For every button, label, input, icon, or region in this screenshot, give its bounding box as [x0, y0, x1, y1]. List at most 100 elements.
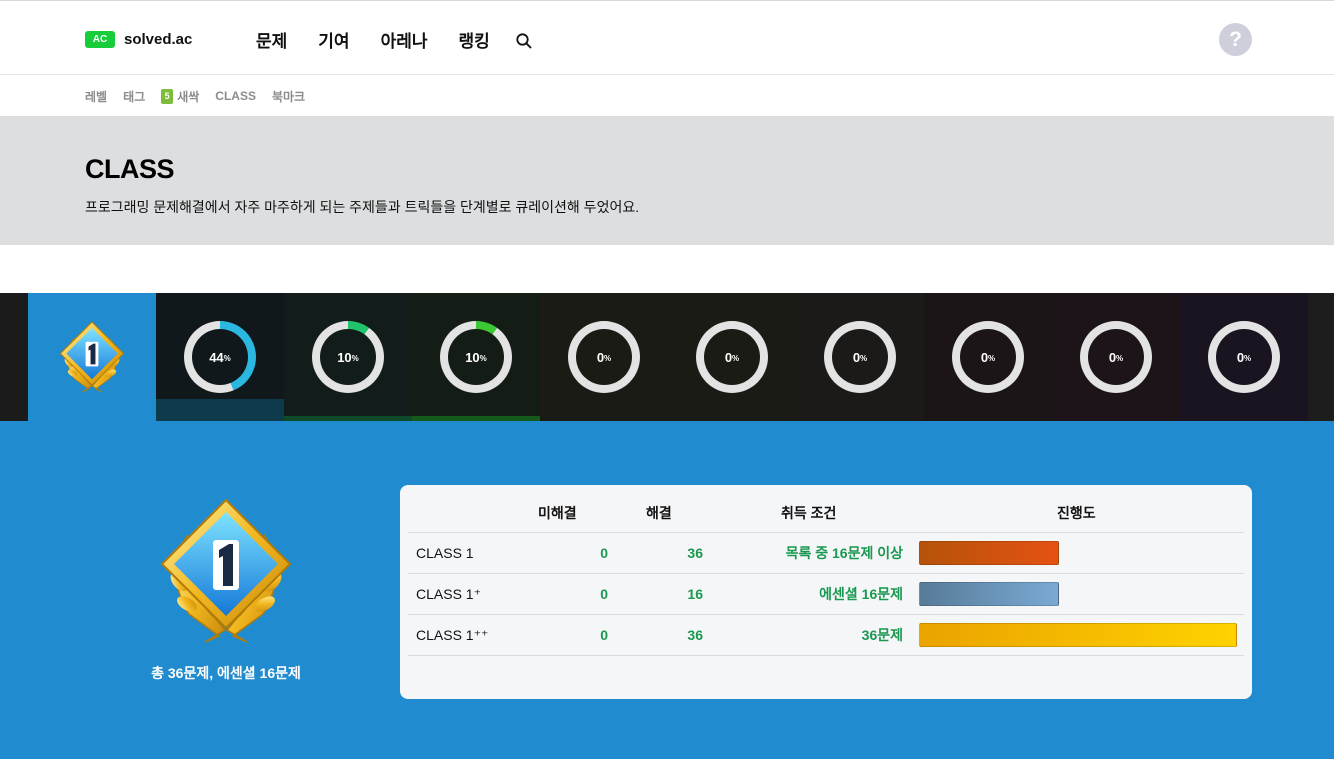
subnav-item-sprout[interactable]: 5 새싹 — [161, 88, 199, 105]
progress-percent: 0% — [704, 329, 760, 385]
table-row[interactable]: CLASS 1⁺ 0 16 에센셜 16문제 — [408, 574, 1244, 615]
percent-value: 0 — [852, 349, 861, 365]
progress-cell — [903, 541, 1244, 565]
subnav-item-bookmark[interactable]: 북마크 — [272, 88, 305, 105]
percent-unit: % — [479, 354, 487, 363]
subnav-label: 레벨 — [85, 89, 108, 104]
solved-count: 36 — [687, 627, 703, 643]
class-selector: 44% 10% 10% 0% 0% 0% 0% 0% 0% — [0, 293, 1334, 421]
tile-progress-bar — [156, 399, 284, 421]
header-progress: 진행도 — [1057, 504, 1096, 521]
header-solved: 해결 — [646, 504, 672, 521]
percent-value: 0 — [596, 349, 605, 365]
class-1-large-badge-icon — [161, 499, 291, 643]
class-tile-5[interactable]: 0% — [540, 293, 668, 421]
progress-track — [919, 541, 1237, 565]
class-name: CLASS 1⁺ — [416, 585, 481, 602]
strip-padding — [0, 293, 28, 421]
class-tile-8[interactable]: 0% — [924, 293, 1052, 421]
class-tile-1[interactable] — [28, 293, 156, 421]
class-tile-9[interactable]: 0% — [1052, 293, 1180, 421]
percent-unit: % — [988, 354, 996, 363]
table-body: CLASS 1 0 36 목록 중 16문제 이상 CLASS 1⁺ 0 16 에센셜 16문… — [408, 533, 1244, 656]
percent-unit: % — [604, 354, 612, 363]
help-button[interactable]: ? — [1219, 23, 1252, 56]
class-name: CLASS 1 — [416, 545, 474, 561]
class-summary: 총 36문제, 에센셜 16문제 — [151, 665, 301, 681]
progress-percent: 44% — [192, 329, 248, 385]
progress-ring: 0% — [696, 321, 768, 393]
acquire-condition: 에센셜 16문제 — [819, 586, 903, 602]
subnav-item-class[interactable]: CLASS — [215, 89, 256, 103]
progress-ring: 10% — [440, 321, 512, 393]
page-title: CLASS — [85, 154, 175, 184]
solved-count: 36 — [687, 545, 703, 561]
table-row[interactable]: CLASS 1⁺⁺ 0 36 36문제 — [408, 615, 1244, 656]
nav-item-ranking[interactable]: 랭킹 — [458, 27, 489, 52]
class-name: CLASS 1⁺⁺ — [416, 626, 489, 643]
percent-unit: % — [860, 354, 868, 363]
progress-ring: 0% — [824, 321, 896, 393]
progress-bar — [919, 541, 1059, 565]
subnav-label: 새싹 — [177, 89, 200, 104]
main-nav: 문제 기여 아레나 랭킹 — [256, 27, 533, 52]
progress-track — [919, 623, 1237, 647]
progress-cell — [903, 582, 1244, 606]
progress-percent: 0% — [960, 329, 1016, 385]
class-1-badge-icon — [59, 321, 125, 393]
page-description: 프로그래밍 문제해결에서 자주 마주하게 되는 주제들과 트릭들을 단계별로 큐… — [85, 199, 640, 215]
logo[interactable]: AC solved.ac — [85, 31, 192, 48]
class-tile-2[interactable]: 44% — [156, 293, 284, 421]
class-tile-3[interactable]: 10% — [284, 293, 412, 421]
progress-track — [919, 582, 1237, 606]
class-tile-10[interactable]: 0% — [1180, 293, 1308, 421]
header-condition: 취득 조건 — [781, 504, 837, 521]
percent-value: 0 — [1236, 349, 1245, 365]
subnav-label: 태그 — [123, 89, 146, 104]
progress-percent: 10% — [448, 329, 504, 385]
percent-value: 44 — [209, 349, 224, 365]
logo-text: solved.ac — [124, 31, 193, 48]
unsolved-count: 0 — [600, 627, 608, 643]
progress-percent: 0% — [832, 329, 888, 385]
hero-banner: CLASS 프로그래밍 문제해결에서 자주 마주하게 되는 주제들과 트릭들을 … — [0, 116, 1334, 245]
progress-percent: 10% — [320, 329, 376, 385]
progress-ring: 0% — [568, 321, 640, 393]
class-tile-4[interactable]: 10% — [412, 293, 540, 421]
percent-unit: % — [1244, 354, 1252, 363]
nav-item-problems[interactable]: 문제 — [256, 27, 287, 52]
acquire-condition: 36문제 — [861, 627, 903, 643]
progress-ring: 44% — [184, 321, 256, 393]
percent-value: 10 — [337, 349, 352, 365]
class-detail-panel: 총 36문제, 에센셜 16문제 미해결 해결 취득 조건 진행도 CLASS … — [0, 421, 1334, 759]
percent-value: 10 — [465, 349, 480, 365]
navbar: AC solved.ac 문제 기여 아레나 랭킹 ? — [0, 3, 1334, 75]
nav-item-contribute[interactable]: 기여 — [318, 27, 349, 52]
subnav-item-tag[interactable]: 태그 — [123, 88, 145, 105]
logo-badge: AC — [85, 31, 115, 48]
acquire-condition: 목록 중 16문제 이상 — [785, 545, 903, 561]
percent-unit: % — [1116, 354, 1124, 363]
progress-ring: 0% — [952, 321, 1024, 393]
percent-value: 0 — [1108, 349, 1117, 365]
class-tile-6[interactable]: 0% — [668, 293, 796, 421]
class-table-card: 미해결 해결 취득 조건 진행도 CLASS 1 0 36 목록 중 16문제 이상 C… — [400, 485, 1252, 699]
table-header: 미해결 해결 취득 조건 진행도 — [408, 493, 1244, 533]
percent-value: 0 — [724, 349, 733, 365]
subnav-item-level[interactable]: 레벨 — [85, 88, 107, 105]
progress-ring: 0% — [1208, 321, 1280, 393]
percent-unit: % — [351, 354, 359, 363]
solved-count: 16 — [687, 586, 703, 602]
percent-unit: % — [223, 354, 231, 363]
search-icon[interactable] — [515, 32, 533, 50]
sprout-icon: 5 — [161, 88, 174, 104]
progress-percent: 0% — [1088, 329, 1144, 385]
class-tile-7[interactable]: 0% — [796, 293, 924, 421]
progress-bar — [919, 582, 1059, 606]
percent-value: 0 — [980, 349, 989, 365]
nav-item-arena[interactable]: 아레나 — [381, 27, 428, 52]
progress-cell — [903, 623, 1244, 647]
progress-ring: 10% — [312, 321, 384, 393]
progress-ring: 0% — [1080, 321, 1152, 393]
table-row[interactable]: CLASS 1 0 36 목록 중 16문제 이상 — [408, 533, 1244, 574]
